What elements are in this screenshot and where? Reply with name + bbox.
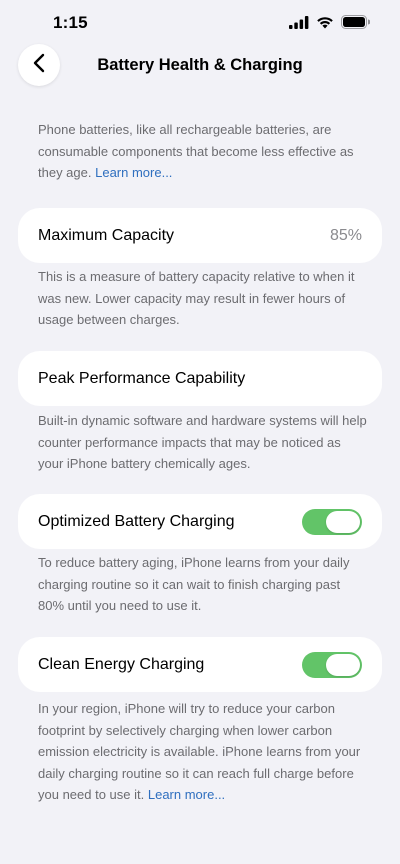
clean-energy-description: In your region, iPhone will try to reduc… [38,698,368,806]
battery-icon [341,15,370,29]
peak-performance-row: Peak Performance Capability [18,351,382,406]
peak-performance-label: Peak Performance Capability [38,369,246,387]
maximum-capacity-value: 85% [329,226,362,244]
navigation-bar: Battery Health & Charging [0,44,400,90]
clean-energy-row: Clean Energy Charging [18,637,382,692]
peak-performance-description: Built-in dynamic software and hardware s… [38,413,367,471]
toggle-knob [326,653,360,676]
optimized-charging-row: Optimized Battery Charging [18,494,382,549]
optimized-charging-description: To reduce battery aging, iPhone learns f… [38,555,350,613]
learn-more-link[interactable]: Learn more... [95,165,172,180]
maximum-capacity-row: Maximum Capacity 85% [18,208,382,263]
status-bar: 1:15 [0,0,400,46]
page-title: Battery Health & Charging [97,56,303,74]
maximum-capacity-label: Maximum Capacity [38,226,175,244]
intro-description: Phone batteries, like all rechargeable b… [38,119,368,184]
status-time: 1:15 [53,13,88,32]
maximum-capacity-description: This is a measure of battery capacity re… [38,269,355,327]
optimized-charging-toggle[interactable] [302,508,362,535]
learn-more-link[interactable]: Learn more... [148,787,225,802]
status-icons [289,15,370,29]
clean-energy-label: Clean Energy Charging [38,655,205,673]
toggle-knob [326,510,360,533]
cellular-signal-icon [289,15,309,29]
clean-energy-toggle[interactable] [302,651,362,678]
battery-health-screen: 1:15 Battery Health & Charging Phone bat… [0,0,400,864]
optimized-charging-label: Optimized Battery Charging [38,512,235,530]
intro-text: Phone batteries, like all rechargeable b… [38,122,354,180]
wifi-icon [316,16,334,29]
